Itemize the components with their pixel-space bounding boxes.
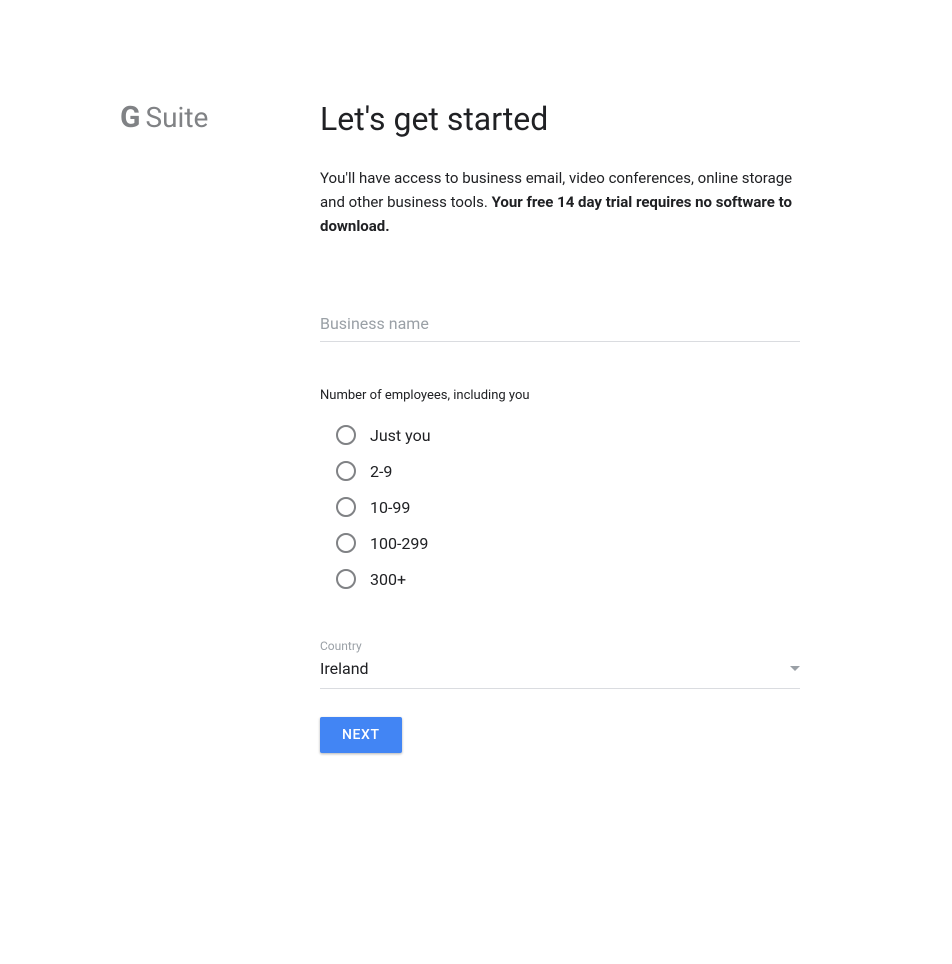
business-name-field[interactable] — [320, 312, 800, 342]
radio-label: Just you — [370, 426, 431, 445]
radio-2-9[interactable]: 2-9 — [336, 461, 800, 481]
radio-label: 100-299 — [370, 534, 428, 553]
business-name-input[interactable] — [320, 312, 800, 335]
radio-label: 10-99 — [370, 498, 410, 517]
radio-icon — [336, 533, 356, 553]
country-select[interactable]: Ireland — [320, 659, 800, 689]
signup-container: G Suite Let's get started You'll have ac… — [0, 0, 952, 753]
logo-suite-text: Suite — [145, 101, 208, 134]
radio-100-299[interactable]: 100-299 — [336, 533, 800, 553]
country-value: Ireland — [320, 659, 369, 678]
intro-text: You'll have access to business email, vi… — [320, 166, 800, 238]
radio-icon — [336, 425, 356, 445]
chevron-down-icon — [790, 666, 800, 671]
employees-label: Number of employees, including you — [320, 388, 800, 403]
next-button[interactable]: NEXT — [320, 717, 402, 753]
radio-label: 300+ — [370, 570, 406, 589]
radio-300-plus[interactable]: 300+ — [336, 569, 800, 589]
country-label: Country — [320, 639, 800, 653]
logo-column: G Suite — [120, 100, 320, 753]
gsuite-logo: G Suite — [120, 100, 320, 135]
radio-icon — [336, 497, 356, 517]
logo-g-mark: G — [120, 100, 139, 135]
main-column: Let's get started You'll have access to … — [320, 100, 800, 753]
radio-icon — [336, 461, 356, 481]
radio-just-you[interactable]: Just you — [336, 425, 800, 445]
radio-10-99[interactable]: 10-99 — [336, 497, 800, 517]
radio-label: 2-9 — [370, 462, 392, 481]
employees-radio-group: Just you 2-9 10-99 100-299 300+ — [320, 425, 800, 589]
radio-icon — [336, 569, 356, 589]
page-title: Let's get started — [320, 100, 800, 138]
